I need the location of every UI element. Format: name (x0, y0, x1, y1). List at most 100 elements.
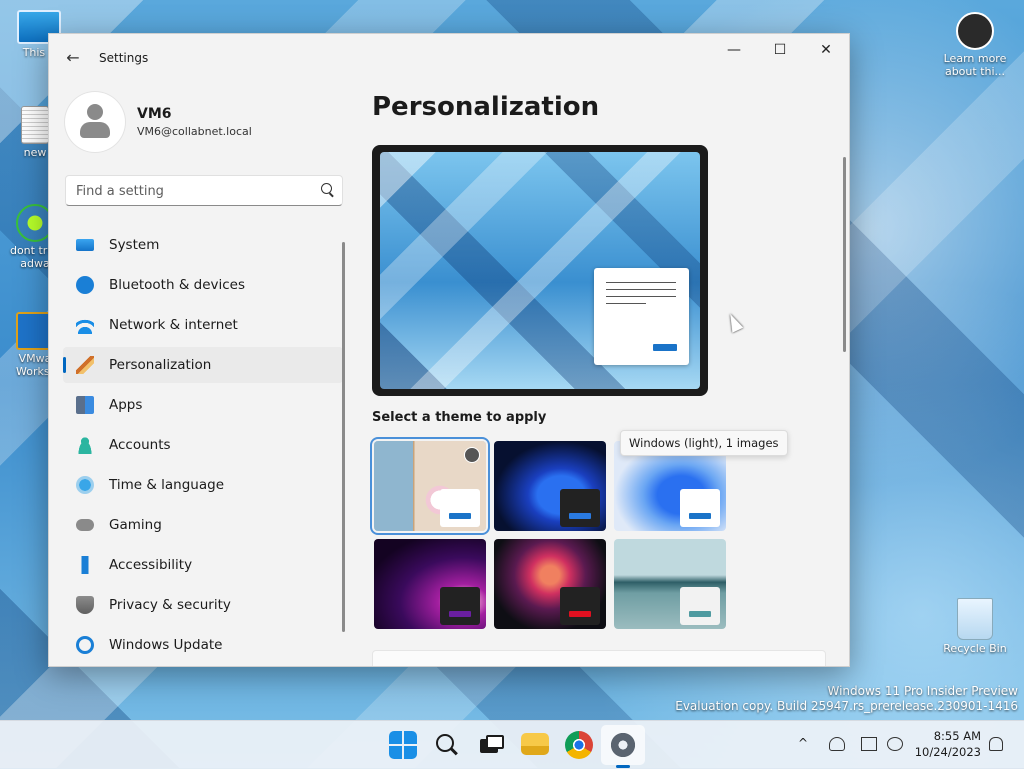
sidebar-item-label: Bluetooth & devices (109, 277, 246, 293)
theme-mini-window (440, 489, 480, 527)
update-icon (76, 636, 94, 654)
avatar[interactable] (65, 92, 125, 152)
theme-mini-window (680, 489, 720, 527)
sidebar-item-label: Accessibility (109, 557, 193, 573)
recycle-bin-icon (957, 598, 993, 640)
wifi-icon (76, 316, 94, 334)
chrome-icon[interactable] (565, 731, 593, 759)
theme-preview (372, 145, 708, 396)
shield-icon (76, 596, 94, 614)
preview-text-line (606, 289, 676, 290)
controller-icon (76, 519, 94, 531)
page-title: Personalization (372, 92, 600, 122)
sidebar-item-network[interactable]: Network & internet (63, 307, 343, 343)
search-icon[interactable] (321, 183, 332, 194)
globe-clock-icon (76, 476, 94, 494)
theme-accent-swatch (569, 513, 591, 519)
back-button[interactable]: ← (61, 46, 85, 70)
preview-window-sample (594, 268, 689, 365)
desktop-icon-label: new (23, 146, 47, 159)
bluetooth-icon (76, 276, 94, 294)
theme-captured-motion[interactable] (494, 539, 606, 629)
theme-mini-window (440, 587, 480, 625)
sidebar-item-accounts[interactable]: Accounts (63, 427, 343, 463)
desktop-icon-label: Recycle Bin (943, 642, 1007, 655)
sidebar-item-privacy[interactable]: Privacy & security (63, 587, 343, 623)
os-watermark: Windows 11 Pro Insider Preview Evaluatio… (675, 684, 1018, 714)
desktop-icon-label: Learn more about thi... (943, 52, 1007, 78)
theme-tooltip: Windows (light), 1 images (620, 430, 788, 456)
sidebar-item-personalization[interactable]: Personalization (63, 347, 343, 383)
sidebar-item-label: Windows Update (109, 637, 223, 653)
preview-text-line (606, 303, 646, 304)
maximize-button[interactable]: ☐ (757, 34, 803, 66)
accessibility-icon (76, 556, 94, 574)
sidebar-item-label: Privacy & security (109, 597, 231, 613)
clock-date: 10/24/2023 (914, 745, 981, 759)
theme-accent-swatch (569, 611, 591, 617)
settings-gear-icon[interactable] (609, 731, 637, 759)
sidebar-item-accessibility[interactable]: Accessibility (63, 547, 343, 583)
window-title: Settings (99, 51, 149, 65)
theme-accent-swatch (449, 513, 471, 519)
avatar-head (87, 104, 103, 120)
user-profile[interactable]: VM6 VM6@collabnet.local (65, 92, 345, 162)
sidebar-nav: System Bluetooth & devices Network & int… (63, 227, 343, 666)
sidebar-item-label: Personalization (109, 357, 212, 373)
sidebar-item-windows-update[interactable]: Windows Update (63, 627, 343, 663)
theme-flow[interactable] (614, 539, 726, 629)
onedrive-icon[interactable] (829, 737, 845, 751)
sidebar-item-gaming[interactable]: Gaming (63, 507, 343, 543)
desktop-icon-learn-more[interactable]: Learn more about thi... (940, 12, 1010, 78)
text-file-icon (21, 106, 49, 144)
sidebar-item-label: System (109, 237, 160, 253)
preview-wallpaper (380, 152, 700, 389)
close-button[interactable]: ✕ (803, 34, 849, 66)
watermark-line: Evaluation copy. Build 25947.rs_prerelea… (675, 699, 1018, 713)
volume-muted-icon[interactable] (887, 737, 903, 751)
preview-text-line (606, 282, 676, 283)
sidebar-scrollbar[interactable] (342, 242, 345, 632)
sidebar-item-label: Time & language (109, 477, 225, 493)
sidebar-item-label: Accounts (109, 437, 171, 453)
watermark-line: Windows 11 Pro Insider Preview (827, 684, 1018, 698)
desktop-icon-recycle-bin[interactable]: Recycle Bin (940, 598, 1010, 655)
apps-icon (76, 396, 94, 414)
sidebar-item-apps[interactable]: Apps (63, 387, 343, 423)
sidebar-item-system[interactable]: System (63, 227, 343, 263)
theme-mini-window (560, 587, 600, 625)
search-placeholder: Find a setting (76, 184, 164, 199)
search-input[interactable]: Find a setting (65, 175, 343, 206)
taskbar-clock[interactable]: 8:55 AM 10/24/2023 (915, 728, 981, 760)
preview-accent-button (653, 344, 677, 351)
user-email: VM6@collabnet.local (137, 125, 252, 138)
settings-card[interactable] (372, 650, 826, 666)
sidebar-item-label: Apps (109, 397, 143, 413)
minimize-button[interactable]: — (711, 34, 757, 66)
account-icon (76, 436, 94, 454)
theme-mini-window (560, 489, 600, 527)
tray-overflow-chevron-icon[interactable]: ^ (798, 736, 810, 750)
theme-spotlight[interactable] (374, 441, 486, 531)
start-button[interactable] (389, 731, 417, 759)
main-scrollbar[interactable] (843, 157, 846, 352)
theme-windows-dark[interactable] (494, 441, 606, 531)
avatar-body (80, 122, 110, 138)
theme-glow[interactable] (374, 539, 486, 629)
sidebar-item-time-language[interactable]: Time & language (63, 467, 343, 503)
notification-bell-icon[interactable] (989, 737, 1003, 751)
spotlight-icon (956, 12, 994, 50)
settings-window: ← Settings — ☐ ✕ VM6 VM6@collabnet.local… (48, 33, 850, 667)
task-view-icon[interactable] (476, 731, 504, 759)
preview-text-line (606, 296, 676, 297)
file-explorer-icon[interactable] (521, 733, 549, 755)
network-icon[interactable] (861, 737, 877, 751)
sidebar-item-label: Gaming (109, 517, 162, 533)
theme-accent-swatch (689, 611, 711, 617)
title-bar[interactable]: ← Settings — ☐ ✕ (49, 34, 849, 82)
taskbar-search-icon[interactable] (433, 731, 461, 759)
user-name: VM6 (137, 106, 172, 122)
system-icon (76, 239, 94, 251)
sidebar-item-bluetooth[interactable]: Bluetooth & devices (63, 267, 343, 303)
clock-time: 8:55 AM (933, 729, 981, 743)
